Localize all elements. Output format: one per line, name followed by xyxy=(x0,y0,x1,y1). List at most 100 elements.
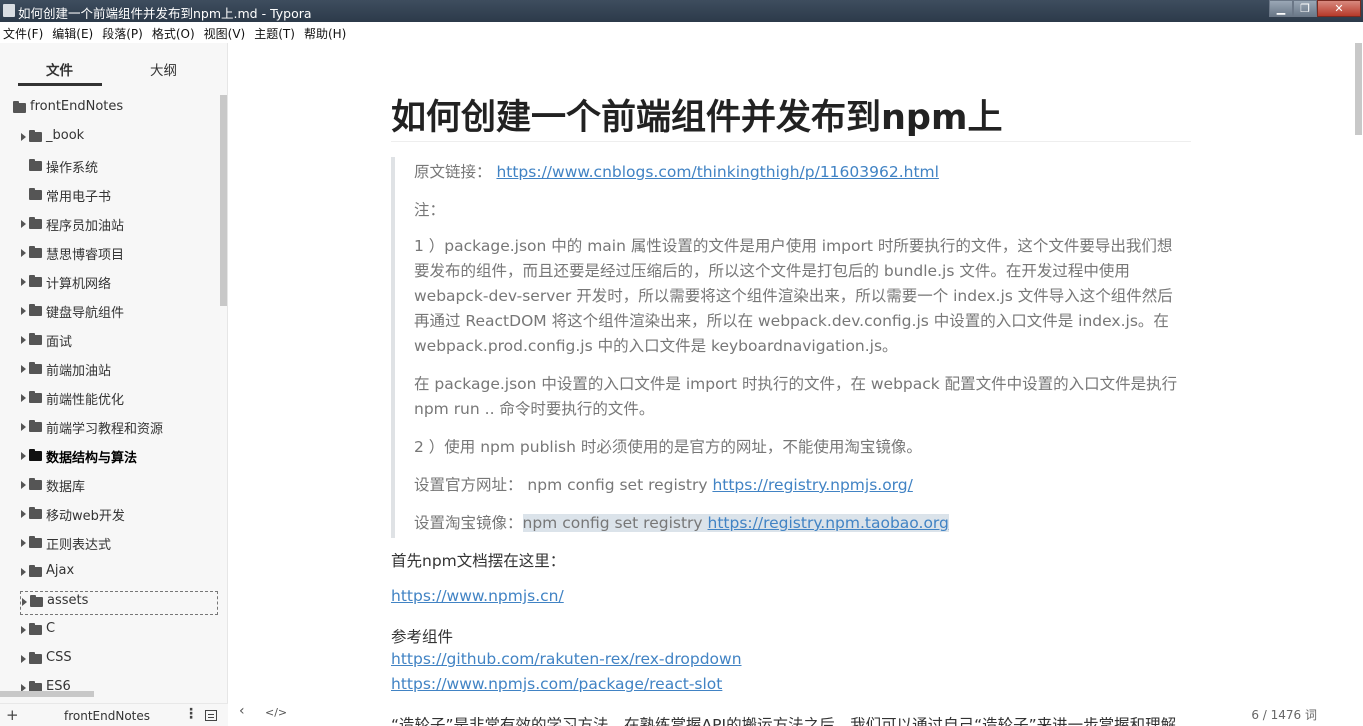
tree-item[interactable]: 前端加油站 xyxy=(0,359,218,383)
tree-item-label: 前端性能优化 xyxy=(46,393,125,408)
tree-item[interactable]: 计算机网络 xyxy=(0,272,218,296)
more-options-icon[interactable]: ⋮ xyxy=(184,706,198,722)
expand-arrow-icon[interactable] xyxy=(21,539,26,547)
tree-item[interactable]: 正则表达式 xyxy=(0,533,218,557)
minimize-button[interactable]: ▁ xyxy=(1269,0,1293,17)
close-button[interactable]: ✕ xyxy=(1317,0,1361,17)
tree-item-label: Ajax xyxy=(46,563,75,578)
tab-files[interactable]: 文件 xyxy=(46,59,73,79)
tree-item[interactable]: 前端学习教程和资源 xyxy=(0,417,218,441)
source-code-mode-icon[interactable]: </> xyxy=(265,706,287,719)
expand-arrow-icon[interactable] xyxy=(21,510,26,518)
folder-icon xyxy=(29,652,42,664)
tree-item[interactable]: 操作系统 xyxy=(0,156,218,180)
tree-item-label: 慧思博睿项目 xyxy=(46,248,125,263)
list-view-icon[interactable] xyxy=(205,710,217,721)
reference-link-2[interactable]: https://www.npmjs.com/package/react-slot xyxy=(391,675,722,693)
folder-icon xyxy=(29,623,42,635)
blockquote: 原文链接： https://www.cnblogs.com/thinkingth… xyxy=(391,157,1191,538)
expand-arrow-icon[interactable] xyxy=(21,307,26,315)
tree-item-label: 程序员加油站 xyxy=(46,219,125,234)
expand-arrow-icon[interactable] xyxy=(21,452,26,460)
tree-item[interactable]: 移动web开发 xyxy=(0,504,218,528)
menu-paragraph[interactable]: 段落(P) xyxy=(99,22,149,43)
word-count[interactable]: 6 / 1476 词 xyxy=(1251,706,1317,723)
tree-root-folder[interactable]: frontEndNotes xyxy=(0,98,218,122)
intro-paragraph: “造轮子”是非常有效的学习方法，在熟练掌握API的搬运方法之后，我们可以通过自己… xyxy=(391,716,1177,726)
sidebar: 文件 大纲 frontEndNotes _book 操作系统常用电子书程序员加油站慧… xyxy=(0,43,228,726)
expand-arrow-icon[interactable] xyxy=(21,365,26,373)
expand-arrow-icon[interactable] xyxy=(21,133,26,141)
tree-item-label: 操作系统 xyxy=(46,161,99,176)
note-label: 注： xyxy=(414,201,446,219)
expand-arrow-icon[interactable] xyxy=(21,278,26,286)
expand-arrow-icon[interactable] xyxy=(21,220,26,228)
menu-view[interactable]: 视图(V) xyxy=(201,22,252,43)
reference-link-1[interactable]: https://github.com/rakuten-rex/rex-dropd… xyxy=(391,650,742,668)
tree-item[interactable]: Ajax xyxy=(0,562,218,586)
tree-item[interactable]: _book xyxy=(0,127,218,151)
menu-file[interactable]: 文件(F) xyxy=(0,22,49,43)
taobao-registry-link[interactable]: https://registry.npm.taobao.org xyxy=(708,514,949,532)
official-registry-link[interactable]: https://registry.npmjs.org/ xyxy=(712,476,912,494)
tree-item-label: ES6 xyxy=(46,679,71,691)
tree-item-label: frontEndNotes xyxy=(30,99,124,114)
expand-arrow-icon[interactable] xyxy=(21,423,26,431)
taobao-registry-command: npm config set registry xyxy=(522,514,708,532)
add-file-button[interactable]: + xyxy=(6,706,19,724)
note-paragraph-1: 1 ）package.json 中的 main 属性设置的文件是用户使用 imp… xyxy=(414,237,1173,355)
expand-arrow-icon[interactable] xyxy=(22,598,27,606)
tree-item[interactable]: CSS xyxy=(0,649,218,673)
npm-docs-link[interactable]: https://www.npmjs.cn/ xyxy=(391,587,564,605)
tree-item[interactable]: 程序员加油站 xyxy=(0,214,218,238)
toggle-sidebar-icon[interactable]: ‹ xyxy=(239,703,245,719)
editor-area[interactable]: 如何创建一个前端组件并发布到npm上 原文链接： https://www.cnb… xyxy=(229,43,1353,726)
maximize-button[interactable]: ❐ xyxy=(1293,0,1317,17)
tab-outline[interactable]: 大纲 xyxy=(150,59,177,79)
folder-icon xyxy=(29,333,42,345)
tree-item[interactable]: assets xyxy=(20,591,218,615)
tree-item[interactable]: 数据库 xyxy=(0,475,218,499)
taobao-registry-selection: npm config set registry https://registry… xyxy=(522,514,949,532)
tree-item[interactable]: 前端性能优化 xyxy=(0,388,218,412)
window-title: 如何创建一个前端组件并发布到npm上.md - Typora xyxy=(18,6,312,21)
tree-item[interactable]: 键盘导航组件 xyxy=(0,301,218,325)
expand-arrow-icon[interactable] xyxy=(21,336,26,344)
expand-arrow-icon[interactable] xyxy=(21,481,26,489)
menu-bar: 文件(F) 编辑(E) 段落(P) 格式(O) 视图(V) 主题(T) 帮助(H… xyxy=(0,22,1363,43)
menu-help[interactable]: 帮助(H) xyxy=(301,22,352,43)
tree-item-label: 正则表达式 xyxy=(46,538,112,553)
folder-icon xyxy=(29,565,42,577)
expand-arrow-icon[interactable] xyxy=(21,568,26,576)
tree-item[interactable]: 面试 xyxy=(0,330,218,354)
expand-arrow-icon[interactable] xyxy=(21,684,26,691)
tree-item-label: 数据库 xyxy=(46,480,86,495)
sidebar-horizontal-scrollbar-thumb[interactable] xyxy=(0,691,94,697)
current-folder-name: frontEndNotes xyxy=(64,709,151,723)
expand-arrow-icon[interactable] xyxy=(21,394,26,402)
sidebar-scrollbar-thumb[interactable] xyxy=(220,95,227,306)
menu-format[interactable]: 格式(O) xyxy=(149,22,201,43)
tree-item-label: 键盘导航组件 xyxy=(46,306,125,321)
expand-arrow-icon[interactable] xyxy=(21,655,26,663)
folder-icon xyxy=(29,188,42,200)
tree-item[interactable]: 数据结构与算法 xyxy=(0,446,218,470)
editor-scrollbar-thumb[interactable] xyxy=(1355,43,1362,135)
tree-item[interactable]: 慧思博睿项目 xyxy=(0,243,218,267)
sidebar-tabs: 文件 大纲 xyxy=(0,43,228,91)
official-registry-line: 设置官方网址： npm config set registry https://… xyxy=(414,473,1184,498)
tree-item[interactable]: 常用电子书 xyxy=(0,185,218,209)
editor-scrollbar[interactable] xyxy=(1353,43,1363,726)
source-label: 原文链接： xyxy=(414,163,492,181)
tree-item[interactable]: ES6 xyxy=(0,678,218,691)
file-tree: frontEndNotes _book 操作系统常用电子书程序员加油站 慧思博睿项目计… xyxy=(0,95,218,691)
tree-item[interactable]: C xyxy=(0,620,218,644)
source-link[interactable]: https://www.cnblogs.com/thinkingthigh/p/… xyxy=(496,163,939,181)
expand-arrow-icon[interactable] xyxy=(21,626,26,634)
menu-edit[interactable]: 编辑(E) xyxy=(49,22,99,43)
folder-icon xyxy=(13,101,26,113)
folder-icon xyxy=(29,391,42,403)
menu-theme[interactable]: 主题(T) xyxy=(251,22,301,43)
sidebar-footer: + frontEndNotes ⋮ xyxy=(0,703,228,726)
expand-arrow-icon[interactable] xyxy=(21,249,26,257)
